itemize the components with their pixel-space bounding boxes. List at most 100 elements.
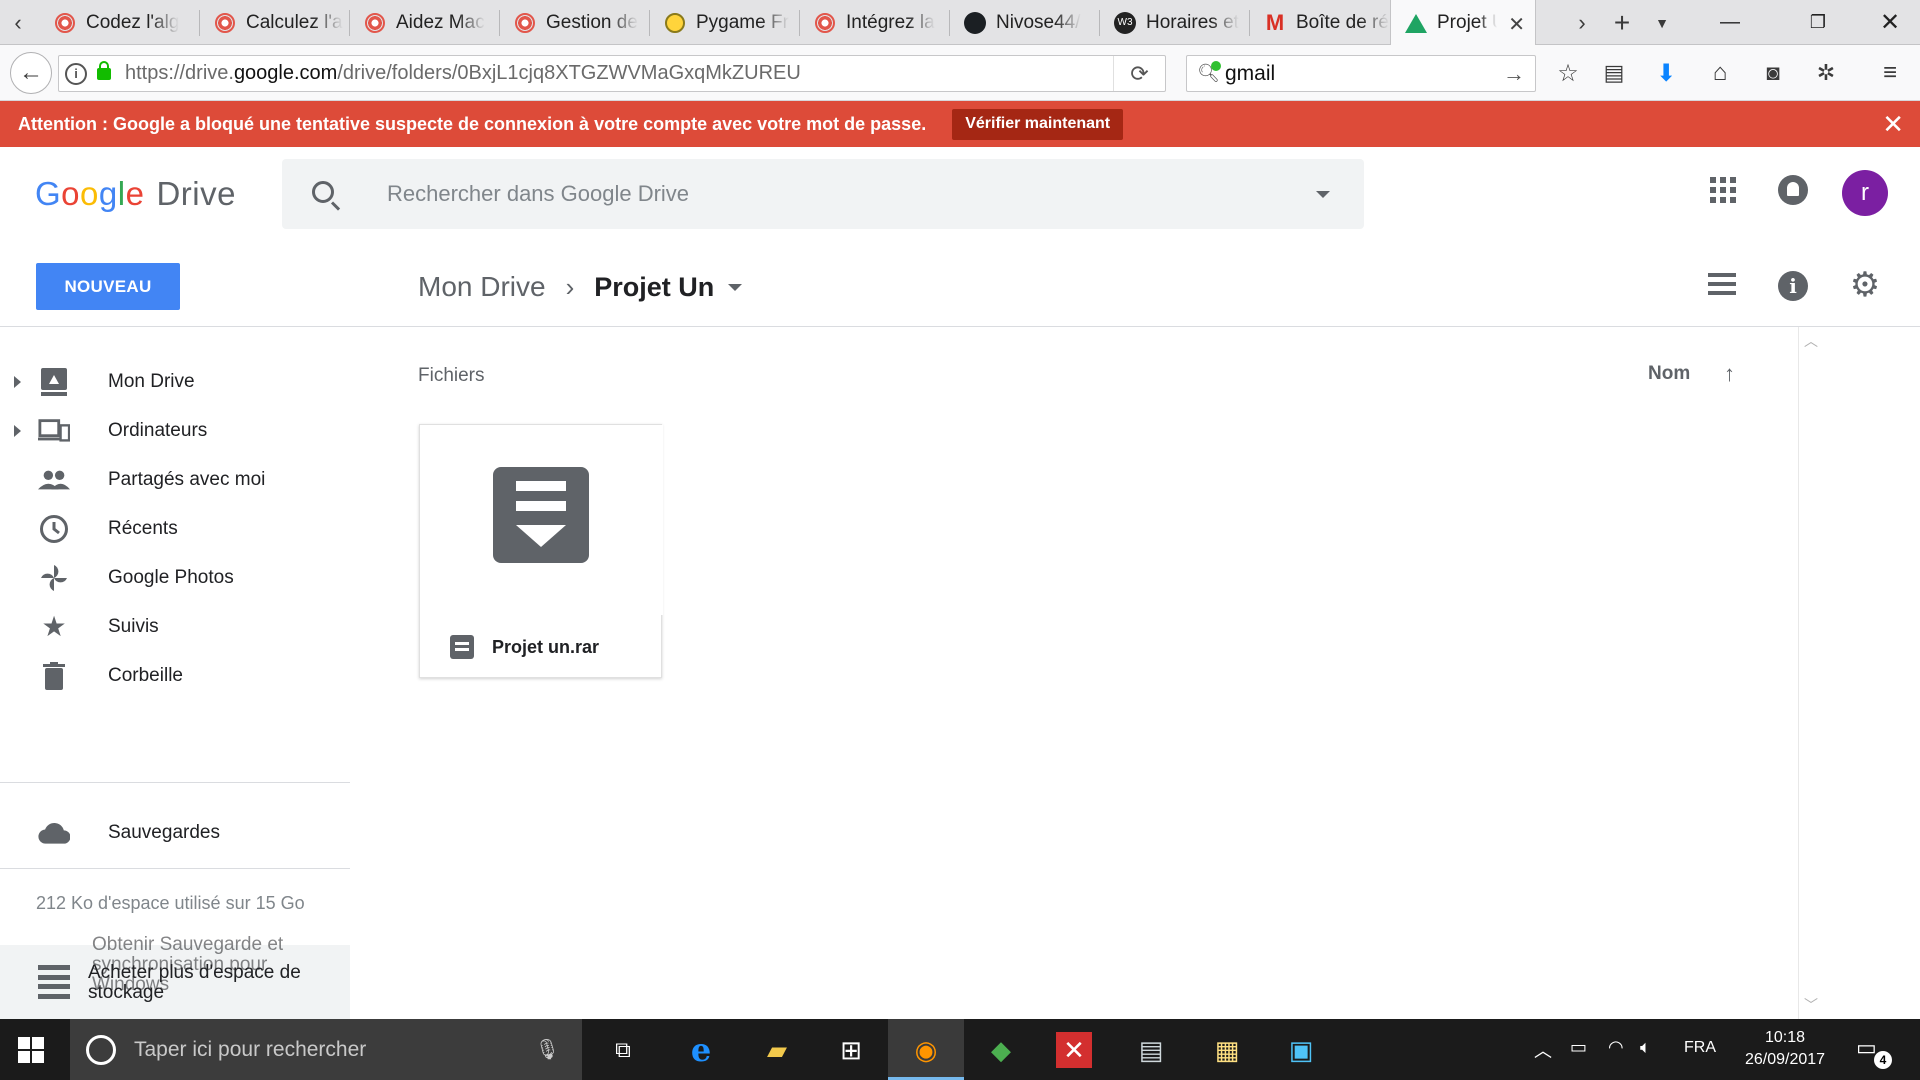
xmind-icon[interactable]: ✕ bbox=[1056, 1032, 1092, 1068]
url-bar[interactable]: i https://drive.google.com/drive/folders… bbox=[58, 55, 1166, 92]
python-script-icon[interactable]: ▦ bbox=[1206, 1029, 1248, 1071]
sort-ascending-arrow-icon[interactable]: ↑ bbox=[1724, 361, 1735, 387]
reload-button[interactable]: ⟳ bbox=[1113, 56, 1165, 91]
google-drive-logo[interactable]: Google Drive bbox=[35, 175, 236, 213]
sidebar-item-starred[interactable]: ★ Suivis bbox=[0, 602, 350, 651]
clock-time: 10:18 bbox=[1764, 1029, 1806, 1046]
volume-icon[interactable]: 🔈︎ bbox=[1640, 1037, 1651, 1058]
download-arrow-icon[interactable]: ⬇ bbox=[1648, 55, 1684, 91]
browser-tab[interactable]: Calculez l'a bbox=[200, 0, 350, 45]
vertical-scrollbar[interactable]: ︿ ﹀ bbox=[1798, 327, 1820, 1019]
notification-count-badge: 4 bbox=[1874, 1051, 1892, 1069]
restore-window-button[interactable]: ❐ bbox=[1788, 0, 1848, 45]
extension-icon[interactable]: ✲ bbox=[1808, 55, 1844, 91]
account-avatar[interactable]: r bbox=[1842, 170, 1888, 216]
browser-tab[interactable]: M Boîte de ré bbox=[1250, 0, 1390, 45]
details-info-icon[interactable]: i bbox=[1778, 271, 1808, 301]
browser-search-bar[interactable]: 🔍︎ gmail → bbox=[1186, 55, 1536, 92]
breadcrumb-my-drive[interactable]: Mon Drive bbox=[418, 271, 546, 303]
bookmark-star-icon[interactable]: ☆ bbox=[1550, 55, 1586, 91]
sidebar-item-backups[interactable]: Sauvegardes bbox=[0, 808, 350, 857]
sidebar-item-my-drive[interactable]: Mon Drive bbox=[0, 357, 350, 406]
browser-tab[interactable]: Nivose44/ bbox=[950, 0, 1100, 45]
sidebar-item-computers[interactable]: Ordinateurs bbox=[0, 406, 350, 455]
buy-storage-link[interactable]: Obtenir Sauvegarde et synchronisation po… bbox=[0, 935, 350, 1019]
list-view-icon[interactable] bbox=[1708, 273, 1736, 295]
wifi-icon[interactable]: ◠ bbox=[1608, 1037, 1624, 1058]
sidebar-item-trash[interactable]: Corbeille bbox=[0, 651, 350, 700]
pocket-icon[interactable]: ◙ bbox=[1755, 55, 1791, 91]
browser-tab[interactable]: Aidez Mac bbox=[350, 0, 500, 45]
hamburger-menu-icon[interactable]: ≡ bbox=[1872, 55, 1908, 91]
windows-start-icon[interactable] bbox=[18, 1037, 44, 1063]
action-center-icon[interactable]: ▭ 4 bbox=[1856, 1035, 1892, 1069]
drive-search-box[interactable] bbox=[282, 159, 1364, 229]
minimize-window-button[interactable]: — bbox=[1700, 0, 1760, 45]
tab-label: Intégrez la bbox=[846, 11, 935, 33]
sidebar-item-google-photos[interactable]: Google Photos bbox=[0, 553, 350, 602]
settings-gear-icon[interactable]: ⚙ bbox=[1849, 268, 1881, 302]
file-card[interactable]: Projet un.rar bbox=[419, 424, 663, 679]
storage-usage-text: 212 Ko d'espace utilisé sur 15 Go bbox=[36, 893, 305, 913]
back-button[interactable]: ← bbox=[10, 52, 52, 94]
browser-tab[interactable]: W3 Horaires et bbox=[1100, 0, 1250, 45]
sidebar-item-recent[interactable]: Récents bbox=[0, 504, 350, 553]
notepad-icon[interactable]: ▤ bbox=[1130, 1029, 1172, 1071]
file-explorer-icon[interactable]: ▰ bbox=[756, 1029, 798, 1071]
drive-search-input[interactable] bbox=[387, 175, 1267, 213]
pycharm-icon[interactable]: ▣ bbox=[1280, 1029, 1322, 1071]
browser-tab[interactable]: Intégrez la bbox=[800, 0, 950, 45]
show-hidden-icons-chevron-icon[interactable]: ︿ bbox=[1534, 1037, 1552, 1063]
edge-browser-icon[interactable]: e bbox=[680, 1029, 722, 1071]
tab-label: Nivose44/ bbox=[996, 11, 1081, 33]
folder-menu-dropdown-icon[interactable] bbox=[728, 283, 743, 291]
tab-scroll-left-button[interactable]: ‹ bbox=[0, 0, 36, 45]
expand-arrow-icon[interactable] bbox=[14, 424, 21, 437]
microphone-icon[interactable]: 🎙︎ bbox=[535, 1037, 560, 1062]
browser-tab[interactable]: Codez l'alg bbox=[40, 0, 200, 45]
python-ide-icon[interactable]: ◆ bbox=[980, 1029, 1022, 1071]
close-alert-icon[interactable]: ✕ bbox=[1882, 109, 1904, 140]
sidebar-item-shared-with-me[interactable]: Partagés avec moi bbox=[0, 455, 350, 504]
task-view-icon[interactable]: ⧉ bbox=[602, 1029, 644, 1071]
close-tab-icon[interactable]: ✕ bbox=[1508, 12, 1525, 37]
info-icon[interactable]: i bbox=[65, 62, 87, 85]
search-options-dropdown-icon[interactable] bbox=[1316, 191, 1330, 198]
new-tab-button[interactable]: + bbox=[1604, 0, 1640, 45]
browser-search-value[interactable]: gmail bbox=[1225, 62, 1275, 86]
list-all-tabs-button[interactable]: ▼ bbox=[1644, 0, 1680, 45]
store-bag-icon[interactable]: ⊞ bbox=[830, 1029, 872, 1071]
pygame-icon bbox=[664, 12, 686, 34]
url-text[interactable]: https://drive.google.com/drive/folders/0… bbox=[125, 62, 801, 85]
expand-arrow-icon[interactable] bbox=[14, 375, 21, 388]
notifications-bell-icon[interactable] bbox=[1778, 175, 1808, 205]
sort-by-name-button[interactable]: Nom bbox=[1648, 363, 1690, 385]
sidebar-item-label: Récents bbox=[108, 517, 178, 539]
google-apps-icon[interactable] bbox=[1710, 177, 1736, 203]
scroll-down-arrow-icon[interactable]: ﹀ bbox=[1804, 995, 1818, 1015]
taskbar-search-box[interactable]: Taper ici pour rechercher 🎙︎ bbox=[70, 1019, 582, 1080]
file-card-footer[interactable]: Projet un.rar bbox=[420, 615, 663, 679]
taskbar-clock[interactable]: 10:18 26/09/2017 bbox=[1735, 1027, 1835, 1071]
new-button[interactable]: NOUVEAU bbox=[36, 263, 180, 310]
battery-icon[interactable]: ▭ bbox=[1570, 1037, 1587, 1058]
scroll-up-arrow-icon[interactable]: ︿ bbox=[1804, 331, 1818, 351]
verify-now-button[interactable]: Vérifier maintenant bbox=[952, 108, 1124, 140]
firefox-icon[interactable]: ◉ bbox=[905, 1029, 947, 1071]
reading-list-icon[interactable]: ▤ bbox=[1596, 55, 1632, 91]
browser-tab-active[interactable]: Projet U ✕ bbox=[1390, 0, 1536, 46]
search-icon[interactable] bbox=[312, 181, 334, 203]
breadcrumb-current-folder[interactable]: Projet Un bbox=[594, 272, 714, 303]
windows-taskbar: Taper ici pour rechercher 🎙︎ ⧉ e ▰ ⊞ ◉ ◆… bbox=[0, 1019, 1920, 1080]
close-window-button[interactable]: ✕ bbox=[1860, 0, 1920, 45]
home-icon[interactable]: ⌂ bbox=[1702, 55, 1738, 91]
browser-tab[interactable]: Pygame Fr bbox=[650, 0, 800, 45]
tab-scroll-right-button[interactable]: › bbox=[1564, 0, 1600, 45]
input-language-indicator[interactable]: FRA bbox=[1684, 1039, 1716, 1057]
cortana-icon[interactable] bbox=[86, 1034, 116, 1065]
search-go-icon[interactable]: → bbox=[1503, 61, 1525, 87]
browser-tab[interactable]: Gestion de bbox=[500, 0, 650, 45]
browser-tab-strip: ‹ Codez l'alg Calculez l'a Aidez Mac Ges… bbox=[0, 0, 1920, 46]
file-preview[interactable] bbox=[420, 425, 663, 615]
search-engine-icon[interactable]: 🔍︎ bbox=[1197, 60, 1221, 85]
